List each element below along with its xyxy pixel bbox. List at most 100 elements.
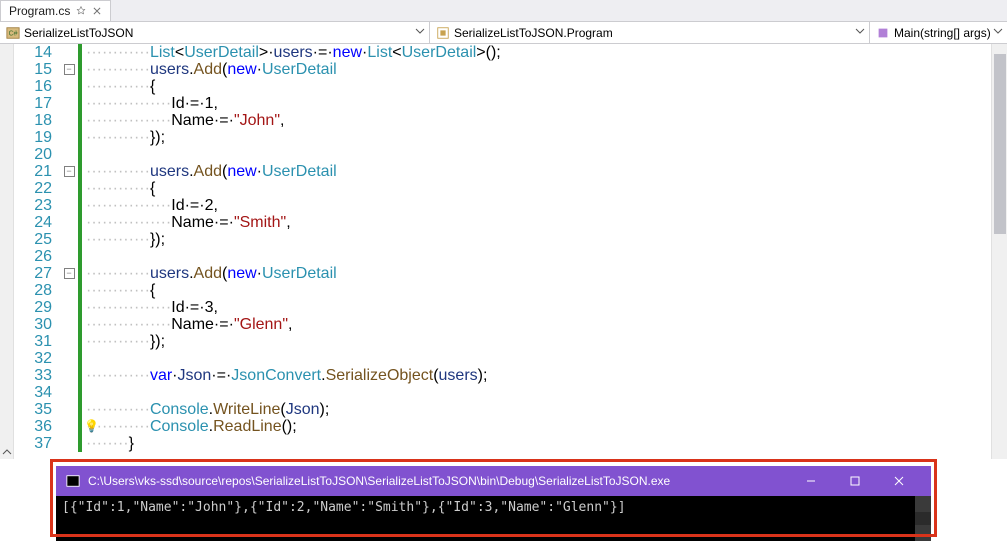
line-number: 18 <box>14 112 60 129</box>
code-line[interactable]: 22············{ <box>14 180 991 197</box>
fold-gutter <box>60 78 78 95</box>
code-content[interactable]: ············{ <box>82 78 991 95</box>
code-line[interactable]: 34 <box>14 384 991 401</box>
code-line[interactable]: 35············Console.WriteLine(Json); <box>14 401 991 418</box>
close-button[interactable] <box>877 466 921 496</box>
code-line[interactable]: 26 <box>14 248 991 265</box>
nav-project-label: SerializeListToJSON <box>24 26 133 40</box>
fold-gutter <box>60 401 78 418</box>
code-content[interactable] <box>82 384 991 401</box>
nav-class-label: SerializeListToJSON.Program <box>454 26 613 40</box>
code-content[interactable]: ············{ <box>82 180 991 197</box>
code-line[interactable]: 23 ················Id·=·2, <box>14 197 991 214</box>
nav-member-dropdown[interactable]: Main(string[] args) <box>870 22 1007 43</box>
maximize-button[interactable] <box>833 466 877 496</box>
code-content[interactable]: ········} <box>82 435 991 452</box>
editor-left-strip <box>0 44 14 459</box>
line-number: 31 <box>14 333 60 350</box>
code-content[interactable] <box>82 146 991 163</box>
code-content[interactable] <box>82 248 991 265</box>
code-line[interactable]: 29················Id·=·3, <box>14 299 991 316</box>
code-line[interactable]: 24················Name·=·"Smith", <box>14 214 991 231</box>
fold-gutter <box>60 197 78 214</box>
fold-gutter <box>60 146 78 163</box>
scrollbar-thumb[interactable] <box>994 54 1006 234</box>
fold-gutter <box>60 248 78 265</box>
nav-project-dropdown[interactable]: C# SerializeListToJSON <box>0 22 430 43</box>
code-line[interactable]: 19············}); <box>14 129 991 146</box>
code-line[interactable]: 15−············users.Add(new·UserDetail <box>14 61 991 78</box>
code-line[interactable]: 30················Name·=·"Glenn", <box>14 316 991 333</box>
fold-gutter[interactable]: − <box>60 265 78 282</box>
fold-gutter <box>60 180 78 197</box>
fold-collapse-icon[interactable]: − <box>64 166 75 177</box>
code-line[interactable]: 18 ················Name·=·"John", <box>14 112 991 129</box>
code-content[interactable]: ············users.Add(new·UserDetail <box>82 61 991 78</box>
scroll-up-button[interactable] <box>915 496 931 512</box>
code-content[interactable]: ············var·Json·=·JsonConvert.Seria… <box>82 367 991 384</box>
line-number: 25 <box>14 231 60 248</box>
scroll-down-button[interactable] <box>915 525 931 541</box>
fold-gutter[interactable]: − <box>60 163 78 180</box>
code-line[interactable]: 37········} <box>14 435 991 452</box>
console-titlebar[interactable]: C:\Users\vks-ssd\source\repos\SerializeL… <box>56 466 931 496</box>
code-editor[interactable]: 14············List<UserDetail>·users·=·n… <box>0 44 1007 459</box>
code-line[interactable]: 25 ············}); <box>14 231 991 248</box>
code-content[interactable] <box>82 350 991 367</box>
code-content[interactable]: ················Id·=·1, <box>82 95 991 112</box>
code-line[interactable]: 36············Console.ReadLine(); <box>14 418 991 435</box>
fold-gutter <box>60 384 78 401</box>
code-line[interactable]: 20 <box>14 146 991 163</box>
code-rows[interactable]: 14············List<UserDetail>·users·=·n… <box>14 44 991 452</box>
fold-collapse-icon[interactable]: − <box>64 64 75 75</box>
code-content[interactable]: ················Name·=·"John", <box>82 112 991 129</box>
fold-collapse-icon[interactable]: − <box>64 268 75 279</box>
code-line[interactable]: 28············{ <box>14 282 991 299</box>
code-content[interactable]: ············}); <box>82 333 991 350</box>
console-app-icon <box>66 474 80 488</box>
code-line[interactable]: 33 ············var·Json·=·JsonConvert.Ser… <box>14 367 991 384</box>
code-content[interactable]: ················Name·=·"Glenn", <box>82 316 991 333</box>
code-content[interactable]: ············users.Add(new·UserDetail <box>82 265 991 282</box>
fold-gutter <box>60 316 78 333</box>
line-number: 33 <box>14 367 60 384</box>
code-content[interactable]: ················Name·=·"Smith", <box>82 214 991 231</box>
code-content[interactable]: ············}); <box>82 231 991 248</box>
code-line[interactable]: 14············List<UserDetail>·users·=·n… <box>14 44 991 61</box>
code-line[interactable]: 21−············users.Add(new·UserDetail <box>14 163 991 180</box>
code-content[interactable]: ············Console.WriteLine(Json); <box>82 401 991 418</box>
code-line[interactable]: 32 <box>14 350 991 367</box>
minimize-icon <box>806 476 816 486</box>
line-number: 23 <box>14 197 60 214</box>
chevron-up-icon[interactable] <box>2 447 12 457</box>
code-line[interactable]: 16············{ <box>14 78 991 95</box>
nav-member-label: Main(string[] args) <box>894 26 991 40</box>
line-number: 34 <box>14 384 60 401</box>
method-icon <box>876 26 890 40</box>
nav-class-dropdown[interactable]: SerializeListToJSON.Program <box>430 22 870 43</box>
code-content[interactable]: ············users.Add(new·UserDetail <box>82 163 991 180</box>
fold-gutter[interactable]: − <box>60 61 78 78</box>
code-content[interactable]: ················Id·=·2, <box>82 197 991 214</box>
code-nav-bar: C# SerializeListToJSON SerializeListToJS… <box>0 22 1007 44</box>
code-content[interactable]: ············}); <box>82 129 991 146</box>
code-content[interactable]: ················Id·=·3, <box>82 299 991 316</box>
close-icon[interactable] <box>92 6 102 16</box>
code-line[interactable]: 31 ············}); <box>14 333 991 350</box>
code-line[interactable]: 17················Id·=·1, <box>14 95 991 112</box>
code-line[interactable]: 27−············users.Add(new·UserDetail <box>14 265 991 282</box>
code-content[interactable]: ············{ <box>82 282 991 299</box>
console-output[interactable]: [{"Id":1,"Name":"John"},{"Id":2,"Name":"… <box>56 496 931 541</box>
lightbulb-icon[interactable]: 💡 <box>84 419 99 433</box>
fold-gutter <box>60 435 78 452</box>
code-content[interactable]: ············List<UserDetail>·users·=·new… <box>82 44 991 61</box>
line-number: 27 <box>14 265 60 282</box>
file-tab-program[interactable]: Program.cs <box>0 0 111 21</box>
pin-icon[interactable] <box>76 6 86 16</box>
vertical-scrollbar[interactable] <box>991 44 1007 459</box>
minimize-button[interactable] <box>789 466 833 496</box>
fold-gutter <box>60 231 78 248</box>
console-title-text: C:\Users\vks-ssd\source\repos\SerializeL… <box>88 474 670 488</box>
console-scrollbar[interactable] <box>915 496 931 541</box>
code-content[interactable]: ············Console.ReadLine(); <box>82 418 991 435</box>
